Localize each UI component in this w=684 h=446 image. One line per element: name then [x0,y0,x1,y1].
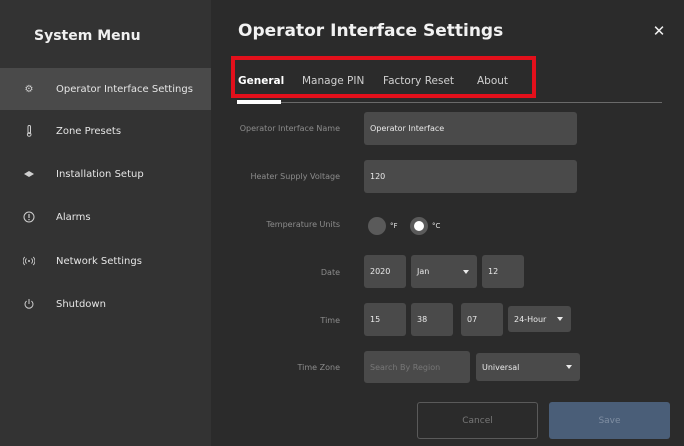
sidebar-item-installation-setup[interactable]: Installation Setup [0,153,211,195]
tab-divider [237,102,662,103]
sidebar-item-label: Network Settings [56,255,142,267]
date-year-field[interactable]: 2020 [364,255,406,288]
close-icon[interactable]: ✕ [650,22,668,40]
date-label: Date [320,268,340,277]
chevron-down-icon [463,269,469,274]
chevron-down-icon [557,317,563,321]
sidebar-item-label: Operator Interface Settings [56,83,193,95]
tab-general[interactable]: General [238,75,284,87]
tab-about[interactable]: About [477,75,508,87]
name-label: Operator Interface Name [239,124,340,133]
time-label: Time [320,316,340,325]
chevron-down-icon [566,365,572,369]
time-zone-label: Time Zone [297,363,341,372]
time-format-select[interactable]: 24-Hour [508,306,571,332]
power-icon [22,297,36,311]
alert-icon [22,210,36,224]
date-day-field[interactable]: 12 [482,255,524,288]
celsius-radio[interactable] [410,217,428,235]
tab-factory-reset[interactable]: Factory Reset [383,75,454,87]
main-panel: Operator Interface Settings ✕ General Ma… [211,0,684,446]
cancel-button[interactable]: Cancel [417,402,538,439]
wifi-icon [22,254,36,268]
sidebar-item-alarms[interactable]: Alarms [0,196,211,238]
operator-interface-name-field[interactable]: Operator Interface [364,112,577,145]
time-second-field[interactable]: 07 [461,303,503,336]
time-zone-value: Universal [482,362,520,372]
time-zone-search-input[interactable]: Search By Region [364,351,470,383]
date-month-select[interactable]: Jan [411,255,477,288]
wrench-icon [22,167,36,181]
voltage-label: Heater Supply Voltage [250,172,340,181]
thermometer-icon [22,124,36,138]
tab-active-indicator [237,100,281,104]
page-title: Operator Interface Settings [238,21,504,41]
sidebar-item-operator-interface-settings[interactable]: ⚙ Operator Interface Settings [0,68,211,110]
gear-icon: ⚙ [24,83,34,95]
sidebar: System Menu ⚙ Operator Interface Setting… [0,0,211,446]
time-format-value: 24-Hour [514,314,547,324]
time-hour-field[interactable]: 15 [364,303,406,336]
temperature-units-label: Temperature Units [266,220,340,229]
sidebar-title: System Menu [34,28,141,44]
fahrenheit-label: °F [390,222,398,230]
time-minute-field[interactable]: 38 [411,303,453,336]
save-button[interactable]: Save [549,402,670,439]
tab-manage-pin[interactable]: Manage PIN [302,75,364,87]
sidebar-item-network-settings[interactable]: Network Settings [0,240,211,282]
heater-supply-voltage-field[interactable]: 120 [364,160,577,193]
celsius-label: °C [432,222,441,230]
date-month-value: Jan [417,267,430,276]
sidebar-item-label: Shutdown [56,298,106,310]
sidebar-item-zone-presets[interactable]: Zone Presets [0,110,211,152]
fahrenheit-radio[interactable] [368,217,386,235]
sidebar-item-label: Installation Setup [56,168,144,180]
sidebar-item-shutdown[interactable]: Shutdown [0,283,211,325]
time-zone-select[interactable]: Universal [476,353,580,381]
sidebar-item-label: Zone Presets [56,125,122,137]
sidebar-item-label: Alarms [56,211,91,223]
